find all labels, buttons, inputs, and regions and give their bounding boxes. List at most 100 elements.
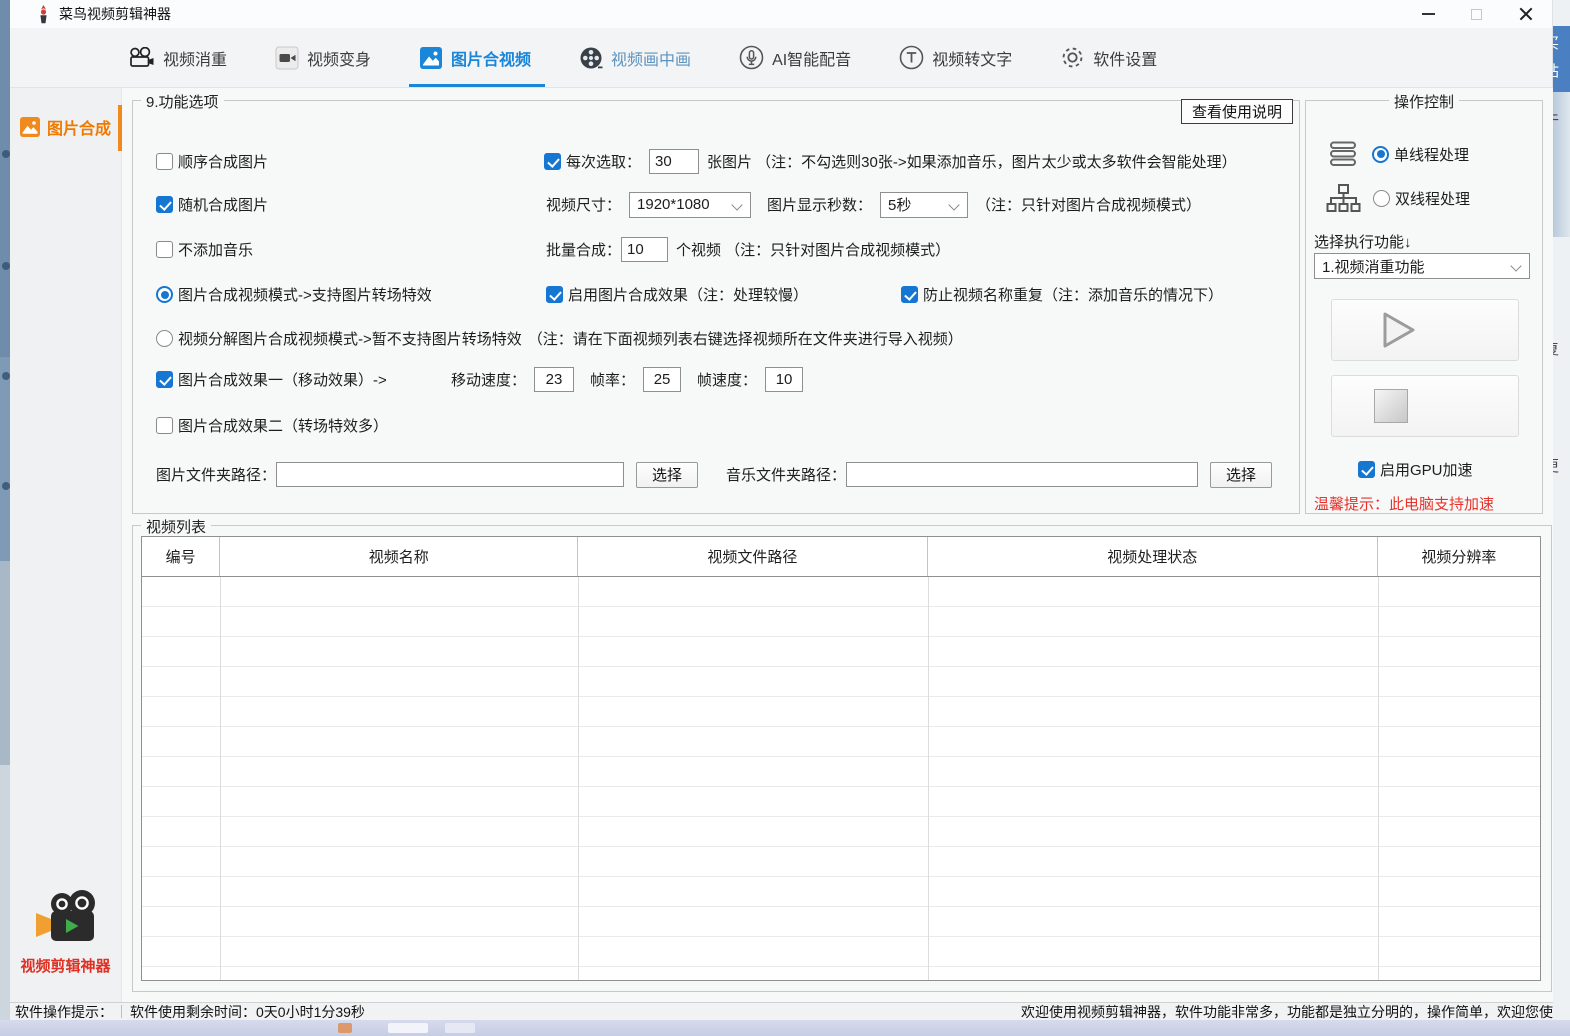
tab-settings[interactable]: 软件设置 — [1060, 28, 1157, 87]
control-panel-group: 操作控制 单线程处理 — [1305, 100, 1543, 514]
batch-input[interactable]: 10 — [621, 237, 668, 262]
frame-speed-input[interactable]: 10 — [765, 367, 803, 392]
tab-picture-in-picture[interactable]: 视频画中画 — [579, 28, 691, 87]
taskbar[interactable] — [0, 1020, 1570, 1036]
music-path-select-button[interactable]: 选择 — [1210, 462, 1272, 488]
titlebar: 菜鸟视频剪辑神器 — [10, 0, 1552, 28]
radio-picture-video-mode[interactable] — [156, 286, 173, 303]
tab-label: 图片合视频 — [451, 46, 531, 70]
checkbox-label: 不添加音乐 — [178, 239, 253, 260]
status-divider — [121, 1005, 122, 1018]
frame-rate-input[interactable]: 25 — [643, 367, 681, 392]
tab-video-dedupe[interactable]: 视频消重 — [128, 28, 227, 87]
tab-label: 软件设置 — [1093, 46, 1157, 70]
tab-label: 视频画中画 — [611, 46, 691, 70]
camcorder-icon — [275, 46, 299, 70]
status-welcome: 欢迎使用视频剪辑神器，软件功能非常多，功能都是独立分明的，操作简单，欢迎您使 — [1021, 1002, 1553, 1020]
tab-video-to-text[interactable]: 视频转文字 — [899, 28, 1012, 87]
content-area: 图片合成 视频剪辑神器 9.功能选项 — [10, 88, 1553, 1002]
music-path-input[interactable] — [846, 462, 1198, 487]
radio-single-thread[interactable] — [1372, 146, 1389, 163]
taskbar-icon[interactable] — [338, 1023, 352, 1033]
close-button[interactable] — [1500, 0, 1552, 28]
radio-label: 单线程处理 — [1394, 144, 1469, 165]
app-logo-icon — [36, 5, 51, 24]
exec-function-select[interactable]: 1.视频消重功能 — [1314, 253, 1530, 279]
exec-function-select-wrap: 1.视频消重功能 — [1314, 253, 1530, 279]
maximize-button[interactable] — [1452, 0, 1500, 28]
video-size-label: 视频尺寸： — [546, 194, 621, 215]
checkbox-label: 随机合成图片 — [178, 194, 268, 215]
seconds-select[interactable]: 5秒 — [880, 192, 968, 218]
column-header[interactable]: 视频名称 — [220, 537, 578, 576]
checkbox-enable-effect[interactable] — [546, 286, 563, 303]
exec-function-label: 选择执行功能↓ — [1314, 231, 1412, 252]
checkbox-effect-one[interactable] — [156, 371, 173, 388]
pick-count-input[interactable]: 30 — [649, 149, 699, 174]
play-row — [1331, 299, 1519, 361]
tab-label: 视频转文字 — [932, 46, 1012, 70]
option-row: 图片合成视频模式->支持图片转场特效 启用图片合成效果（注：处理较慢） 防止视频… — [133, 281, 1299, 308]
network-tree-icon — [1326, 183, 1361, 214]
tab-picture-to-video[interactable]: 图片合视频 — [419, 28, 531, 87]
stop-button[interactable] — [1331, 375, 1519, 437]
tab-video-transform[interactable]: 视频变身 — [275, 28, 371, 87]
gpu-row: 启用GPU加速 — [1358, 459, 1473, 480]
desktop-edge-left — [0, 0, 10, 1020]
frame-speed-label: 帧速度： — [697, 369, 757, 390]
column-header[interactable]: 编号 — [142, 537, 220, 576]
taskbar-icon[interactable] — [388, 1023, 428, 1033]
column-header[interactable]: 视频分辨率 — [1378, 537, 1540, 576]
film-reel-icon — [579, 46, 603, 70]
tab-label: 视频消重 — [163, 46, 227, 70]
checkbox-gpu[interactable] — [1358, 461, 1375, 478]
checkbox-no-music[interactable] — [156, 241, 173, 258]
column-header[interactable]: 视频文件路径 — [578, 537, 928, 576]
dual-thread-row: 双线程处理 — [1326, 183, 1470, 214]
statusbar: 软件操作提示： 软件使用剩余时间：0天0小时1分39秒 欢迎使用视频剪辑神器，软… — [10, 1002, 1553, 1020]
option-row: 不添加音乐 批量合成： 10 个视频 （注：只针对图片合成视频模式） — [133, 236, 1299, 263]
radio-label: 图片合成视频模式->支持图片转场特效 — [178, 284, 432, 305]
checkbox-pick-count[interactable] — [544, 153, 561, 170]
window-title: 菜鸟视频剪辑神器 — [59, 4, 171, 24]
sidebar: 图片合成 视频剪辑神器 — [10, 88, 122, 1002]
checkbox-effect-two[interactable] — [156, 417, 173, 434]
play-icon — [1374, 307, 1420, 353]
radio-decompose-mode[interactable] — [156, 330, 173, 347]
checkbox-random-compose[interactable] — [156, 196, 173, 213]
video-size-select[interactable]: 1920*1080 — [629, 192, 751, 218]
help-button[interactable]: 查看使用说明 — [1181, 99, 1293, 124]
column-header[interactable]: 视频处理状态 — [928, 537, 1378, 576]
start-button[interactable] — [1331, 299, 1519, 361]
radio-label: 双线程处理 — [1395, 188, 1470, 209]
taskbar-icon[interactable] — [445, 1023, 475, 1033]
background-text-fragment: 更 — [1553, 455, 1559, 476]
video-table[interactable]: 编号 视频名称 视频文件路径 视频处理状态 视频分辨率 — [141, 536, 1541, 981]
pick-count-note: 张图片 （注：不勾选则30张->如果添加音乐，图片太少或太多软件会智能处理） — [707, 151, 1237, 172]
tab-ai-dubbing[interactable]: AI智能配音 — [739, 28, 851, 87]
single-thread-row: 单线程处理 — [1328, 141, 1469, 167]
stop-icon — [1374, 389, 1408, 423]
option-row: 顺序合成图片 每次选取： 30 张图片 （注：不勾选则30张->如果添加音乐，图… — [133, 148, 1299, 175]
video-camera-logo-icon — [28, 890, 104, 946]
background-text-fragment: 买 — [1553, 32, 1559, 53]
frame-rate-label: 帧率： — [590, 369, 635, 390]
microphone-icon — [739, 45, 764, 70]
picture-icon — [419, 46, 443, 70]
radio-dual-thread[interactable] — [1373, 190, 1390, 207]
options-group-title: 9.功能选项 — [141, 91, 224, 112]
picture-path-label: 图片文件夹路径： — [156, 464, 276, 485]
music-path-label: 音乐文件夹路径： — [726, 464, 846, 485]
picture-path-select-button[interactable]: 选择 — [636, 462, 698, 488]
tab-label: 视频变身 — [307, 46, 371, 70]
move-speed-input[interactable]: 23 — [534, 367, 574, 392]
checkbox-prevent-duplicate-name[interactable] — [901, 286, 918, 303]
seconds-label: 图片显示秒数： — [767, 194, 872, 215]
video-table-body[interactable] — [142, 577, 1540, 980]
picture-path-input[interactable] — [276, 462, 624, 487]
window-controls — [1404, 0, 1552, 28]
move-speed-label: 移动速度： — [451, 369, 526, 390]
sidebar-item-picture-compose[interactable]: 图片合成 — [10, 108, 121, 146]
checkbox-sequential-compose[interactable] — [156, 153, 173, 170]
minimize-button[interactable] — [1404, 0, 1452, 28]
